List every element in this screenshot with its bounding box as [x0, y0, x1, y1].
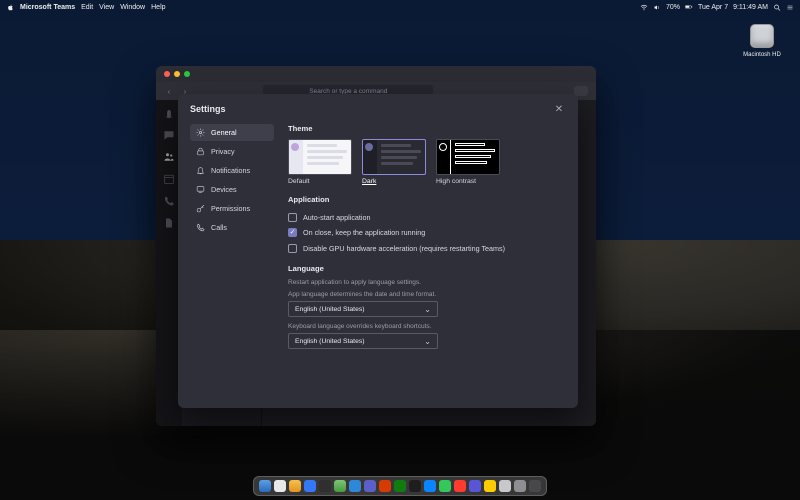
- checkbox-label: Disable GPU hardware acceleration (requi…: [303, 244, 505, 253]
- checkbox-keep-running[interactable]: ✓ On close, keep the application running: [288, 228, 566, 237]
- dock-app[interactable]: [409, 480, 421, 492]
- chevron-down-icon: ⌄: [424, 305, 431, 314]
- phone-icon: [196, 223, 205, 232]
- theme-option-dark[interactable]: Dark: [362, 139, 426, 185]
- settings-nav-notifications[interactable]: Notifications: [190, 162, 274, 179]
- dock-app[interactable]: [259, 480, 271, 492]
- theme-option-high-contrast[interactable]: High contrast: [436, 139, 500, 185]
- control-center-icon[interactable]: [786, 3, 794, 11]
- bell-icon: [196, 166, 205, 175]
- window-titlebar[interactable]: [156, 66, 596, 82]
- menubar-time[interactable]: 9:11:49 AM: [733, 4, 768, 11]
- close-icon[interactable]: [164, 71, 170, 77]
- dock-app[interactable]: [424, 480, 436, 492]
- menubar-item-view[interactable]: View: [99, 4, 114, 11]
- dock-app[interactable]: [349, 480, 361, 492]
- settings-nav-label: Permissions: [211, 204, 250, 213]
- dock-app[interactable]: [514, 480, 526, 492]
- settings-title: Settings: [190, 104, 226, 114]
- battery-percent: 70%: [666, 4, 680, 11]
- checkbox-disable-gpu[interactable]: Disable GPU hardware acceleration (requi…: [288, 244, 566, 253]
- checkbox-label: Auto-start application: [303, 213, 371, 222]
- spotlight-icon[interactable]: [773, 3, 781, 11]
- desktop-icon-label: Macintosh HD: [740, 52, 784, 58]
- language-section-title: Language: [288, 264, 566, 273]
- apple-menu-icon[interactable]: [6, 3, 14, 11]
- theme-option-default[interactable]: Default: [288, 139, 352, 185]
- gear-icon: [196, 128, 205, 137]
- traffic-lights[interactable]: [164, 71, 190, 77]
- language-restart-note: Restart application to apply language se…: [288, 279, 566, 286]
- device-icon: [196, 185, 205, 194]
- close-button[interactable]: ✕: [552, 102, 566, 116]
- theme-label: High contrast: [436, 178, 500, 185]
- chevron-down-icon: ⌄: [424, 337, 431, 346]
- checkbox-icon: ✓: [288, 228, 297, 237]
- checkbox-auto-start[interactable]: Auto-start application: [288, 213, 566, 222]
- settings-dialog: Settings ✕ General Privacy Notifications…: [178, 94, 578, 408]
- theme-preview-default: [288, 139, 352, 175]
- dock-app[interactable]: [319, 480, 331, 492]
- settings-nav-general[interactable]: General: [190, 124, 274, 141]
- select-value: English (United States): [295, 338, 365, 345]
- menubar-item-help[interactable]: Help: [151, 4, 165, 11]
- keyboard-language-select[interactable]: English (United States) ⌄: [288, 333, 438, 349]
- menubar-status: 70% Tue Apr 7 9:11:49 AM: [640, 3, 794, 11]
- dock-app[interactable]: [484, 480, 496, 492]
- settings-nav-label: General: [211, 128, 237, 137]
- settings-nav-calls[interactable]: Calls: [190, 219, 274, 236]
- dock-app[interactable]: [274, 480, 286, 492]
- checkbox-icon: [288, 244, 297, 253]
- theme-label: Default: [288, 178, 352, 185]
- desktop-icon-macintosh-hd[interactable]: Macintosh HD: [740, 24, 784, 58]
- checkbox-label: On close, keep the application running: [303, 228, 425, 237]
- lock-icon: [196, 147, 205, 156]
- dock-app[interactable]: [499, 480, 511, 492]
- checkbox-icon: [288, 213, 297, 222]
- theme-preview-dark: [362, 139, 426, 175]
- battery-icon: [685, 3, 693, 11]
- settings-nav: General Privacy Notifications Devices Pe…: [190, 124, 274, 396]
- menubar-item-window[interactable]: Window: [120, 4, 145, 11]
- theme-label: Dark: [362, 178, 426, 185]
- select-value: English (United States): [295, 306, 365, 313]
- settings-nav-label: Notifications: [211, 166, 250, 175]
- volume-icon[interactable]: [653, 3, 661, 11]
- wifi-icon[interactable]: [640, 3, 648, 11]
- menubar-item-edit[interactable]: Edit: [81, 4, 93, 11]
- theme-preview-high-contrast: [436, 139, 500, 175]
- dock[interactable]: [253, 476, 547, 496]
- menubar-date[interactable]: Tue Apr 7: [698, 4, 728, 11]
- app-language-select[interactable]: English (United States) ⌄: [288, 301, 438, 317]
- menubar-app-name[interactable]: Microsoft Teams: [20, 4, 75, 11]
- back-button[interactable]: ‹: [164, 86, 174, 96]
- application-section-title: Application: [288, 195, 566, 204]
- dock-app[interactable]: [364, 480, 376, 492]
- dock-app[interactable]: [529, 480, 541, 492]
- minimize-icon[interactable]: [174, 71, 180, 77]
- hard-drive-icon: [750, 24, 774, 48]
- keyboard-language-label: Keyboard language overrides keyboard sho…: [288, 323, 566, 330]
- dock-app[interactable]: [289, 480, 301, 492]
- dock-app[interactable]: [439, 480, 451, 492]
- dock-app[interactable]: [469, 480, 481, 492]
- settings-nav-label: Devices: [211, 185, 237, 194]
- theme-section-title: Theme: [288, 124, 566, 133]
- dock-app[interactable]: [304, 480, 316, 492]
- settings-content: Theme Default: [288, 124, 566, 396]
- macos-menubar: Microsoft Teams Edit View Window Help 70…: [0, 0, 800, 14]
- settings-nav-label: Calls: [211, 223, 227, 232]
- key-icon: [196, 204, 205, 213]
- dock-app[interactable]: [379, 480, 391, 492]
- dock-app[interactable]: [334, 480, 346, 492]
- settings-nav-label: Privacy: [211, 147, 235, 156]
- settings-nav-devices[interactable]: Devices: [190, 181, 274, 198]
- dock-app[interactable]: [394, 480, 406, 492]
- settings-nav-privacy[interactable]: Privacy: [190, 143, 274, 160]
- settings-nav-permissions[interactable]: Permissions: [190, 200, 274, 217]
- dock-app[interactable]: [454, 480, 466, 492]
- app-language-label: App language determines the date and tim…: [288, 291, 566, 298]
- zoom-icon[interactable]: [184, 71, 190, 77]
